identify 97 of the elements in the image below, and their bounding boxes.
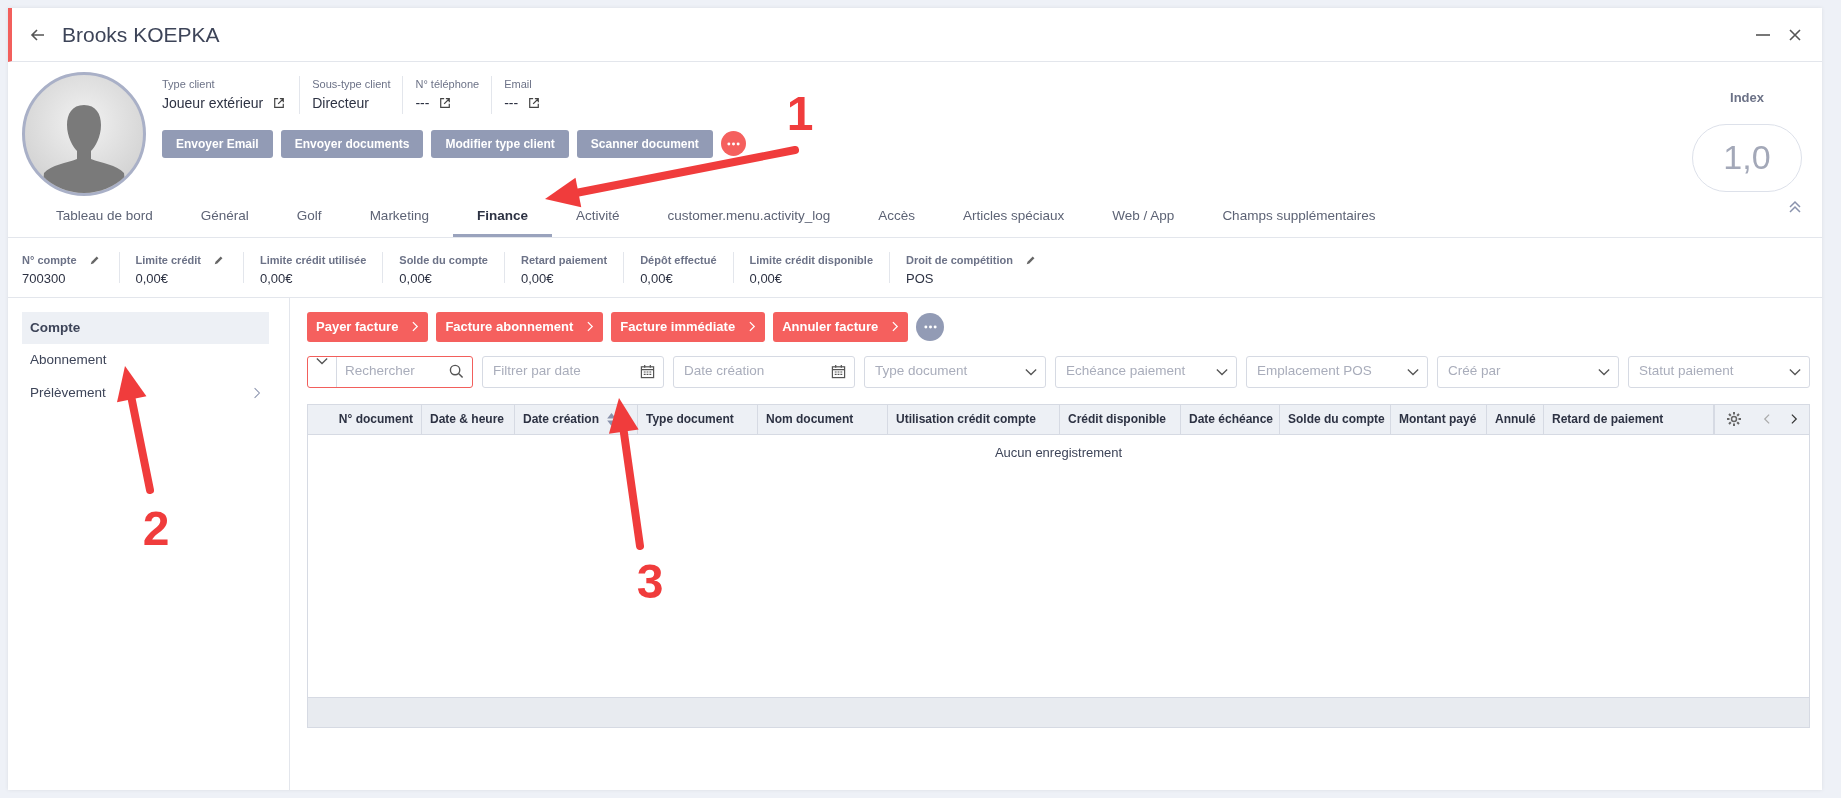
close-icon (1788, 27, 1802, 42)
external-link-icon (273, 97, 286, 109)
field-value: --- (504, 93, 519, 113)
double-chevron-up-icon (1788, 200, 1802, 214)
annotation-number: 2 (142, 502, 170, 555)
tab[interactable]: Activité (551, 198, 644, 237)
chevron-right-icon (412, 321, 420, 333)
field-label: Solde du compte (399, 253, 488, 268)
search-icon (449, 364, 464, 379)
filter-field[interactable]: Rechercher (307, 355, 473, 388)
field-value: 0,00€ (259, 269, 294, 288)
filter-input[interactable]: Créé par (1446, 360, 1598, 383)
field-label: N° compte (22, 253, 77, 268)
calendar-icon (831, 364, 846, 379)
chevron-right-icon (587, 321, 595, 333)
annotation-number: 3 (636, 555, 664, 608)
column-header[interactable]: Type document (638, 404, 758, 434)
sidebar-item[interactable]: Prélèvement (22, 376, 269, 409)
filter-input[interactable]: Emplacement POS (1255, 360, 1407, 383)
chevron-down-icon (1598, 367, 1610, 376)
external-link-icon (439, 97, 452, 109)
field-label: Type client (162, 77, 216, 92)
filter-input[interactable]: Type document (873, 360, 1025, 383)
field-value: 0,00€ (520, 269, 555, 288)
column-header[interactable]: Annulé (1487, 404, 1544, 434)
column-header[interactable]: Date & heure (422, 404, 515, 434)
chevron-down-icon (316, 356, 328, 365)
tab[interactable]: Golf (272, 198, 346, 237)
tab[interactable]: Champs supplémentaires (1198, 198, 1400, 237)
index-label: Index (1730, 89, 1764, 107)
pencil-icon (1024, 254, 1037, 267)
tab[interactable]: Marketing (345, 198, 453, 237)
field-label: Retard paiement (520, 253, 608, 268)
column-header[interactable]: Retard de paiement (1544, 404, 1714, 434)
filter-input[interactable]: Echéance paiement (1064, 360, 1216, 383)
field-label: Limite crédit (135, 253, 201, 268)
empty-message: Aucun enregistrement (994, 444, 1123, 460)
minimize-icon (1756, 33, 1770, 36)
column-header[interactable]: Solde du compte (1280, 404, 1391, 434)
chevron-right-icon (253, 386, 261, 399)
pencil-icon (88, 254, 101, 267)
field-label: Droit de compétition (906, 253, 1013, 268)
field-label: Email (504, 77, 533, 92)
field-value: POS (906, 269, 935, 288)
annotation-number: 1 (786, 87, 814, 140)
field-label: N° téléphone (415, 77, 480, 92)
field-label: Limite crédit utilisée (259, 253, 367, 268)
minimize-button[interactable] (1754, 31, 1772, 38)
sort-icon (607, 412, 617, 426)
filter-input[interactable]: Rechercher (337, 360, 449, 383)
more-button[interactable] (720, 131, 746, 156)
field-value: Directeur (312, 93, 369, 113)
field-value: 0,00€ (640, 269, 674, 288)
tab[interactable]: Web / App (1088, 198, 1199, 237)
tab[interactable]: Finance (452, 198, 552, 237)
chevron-right-icon (1791, 413, 1799, 425)
sidebar-item[interactable]: Abonnement (22, 344, 269, 377)
settings-icon (1725, 411, 1742, 427)
field-value: 700300 (22, 269, 67, 288)
field-value: 0,00€ (399, 269, 433, 288)
tab[interactable]: Articles spéciaux (939, 198, 1089, 237)
chevron-down-icon (1216, 367, 1228, 376)
tab[interactable]: Accès (854, 198, 940, 237)
chevron-right-icon (892, 321, 900, 333)
field-value: 0,00€ (749, 269, 784, 288)
calendar-icon (640, 364, 655, 379)
column-header[interactable]: Date échéance (1181, 404, 1280, 434)
chevron-right-icon (749, 321, 757, 333)
ellipsis-icon (726, 141, 740, 146)
external-link-icon (528, 97, 541, 109)
filter-input[interactable]: Statut paiement (1637, 360, 1789, 383)
chevron-left-icon (1763, 413, 1770, 425)
pencil-icon (212, 254, 225, 267)
field-value: Joueur extérieur (162, 93, 264, 113)
field-label: Dépôt effectué (640, 253, 717, 268)
filter-input[interactable]: Filtrer par date (491, 360, 640, 383)
chevron-down-icon (1025, 367, 1037, 376)
column-header[interactable]: Crédit disponible (1060, 404, 1181, 434)
column-header[interactable]: N° document (308, 404, 422, 434)
field-value: 0,00€ (135, 269, 170, 288)
ellipsis-icon (923, 324, 937, 329)
back-arrow-icon (30, 26, 46, 43)
column-header[interactable]: Utilisation crédit compte (888, 404, 1060, 434)
column-header[interactable]: Nom document (758, 404, 888, 434)
tab[interactable]: Tableau de bord (32, 198, 177, 237)
field-label: Limite crédit disponible (749, 253, 873, 268)
chevron-down-icon (1407, 367, 1419, 376)
field-value: --- (415, 93, 430, 113)
more-button[interactable] (916, 312, 945, 341)
window-title: Brooks KOEPKA (62, 21, 221, 48)
chevron-down-icon (1789, 367, 1801, 376)
field-label: Sous-type client (312, 77, 391, 92)
sidebar-item[interactable]: Compte (22, 312, 269, 345)
filter-input[interactable]: Date création (682, 360, 831, 383)
tab[interactable]: Général (176, 198, 273, 237)
column-header[interactable]: Montant payé (1391, 404, 1487, 434)
tab[interactable]: customer.menu.activity_log (643, 198, 855, 237)
